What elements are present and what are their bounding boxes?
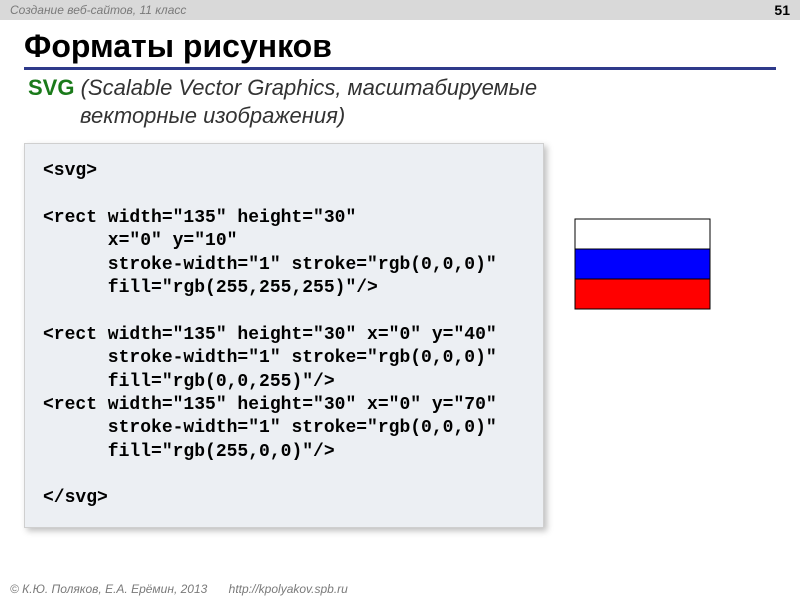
footer-link: http://kpolyakov.spb.ru xyxy=(229,582,348,596)
course-label: Создание веб-сайтов, 11 класс xyxy=(10,3,186,17)
flag-stripe-red xyxy=(575,279,710,309)
flag-output xyxy=(574,209,711,311)
russian-flag-svg xyxy=(574,209,711,311)
footer: © К.Ю. Поляков, Е.А. Ерёмин, 2013 http:/… xyxy=(10,582,348,596)
subtitle-line1: (Scalable Vector Graphics, масштабируемы… xyxy=(81,75,537,100)
main-row: <svg> <rect width="135" height="30" x="0… xyxy=(24,143,776,528)
subtitle: SVG (Scalable Vector Graphics, масштабир… xyxy=(24,74,776,129)
flag-stripe-white xyxy=(575,219,710,249)
slide-title: Форматы рисунков xyxy=(24,28,776,70)
slide-content: Форматы рисунков SVG (Scalable Vector Gr… xyxy=(0,20,800,528)
code-block: <svg> <rect width="135" height="30" x="0… xyxy=(24,143,544,528)
svg-abbr: SVG xyxy=(28,75,74,100)
subtitle-line2: векторные изображения) xyxy=(28,102,345,130)
page-number: 51 xyxy=(774,2,790,18)
copyright: © К.Ю. Поляков, Е.А. Ерёмин, 2013 xyxy=(10,582,207,596)
header-bar: Создание веб-сайтов, 11 класс 51 xyxy=(0,0,800,20)
flag-stripe-blue xyxy=(575,249,710,279)
